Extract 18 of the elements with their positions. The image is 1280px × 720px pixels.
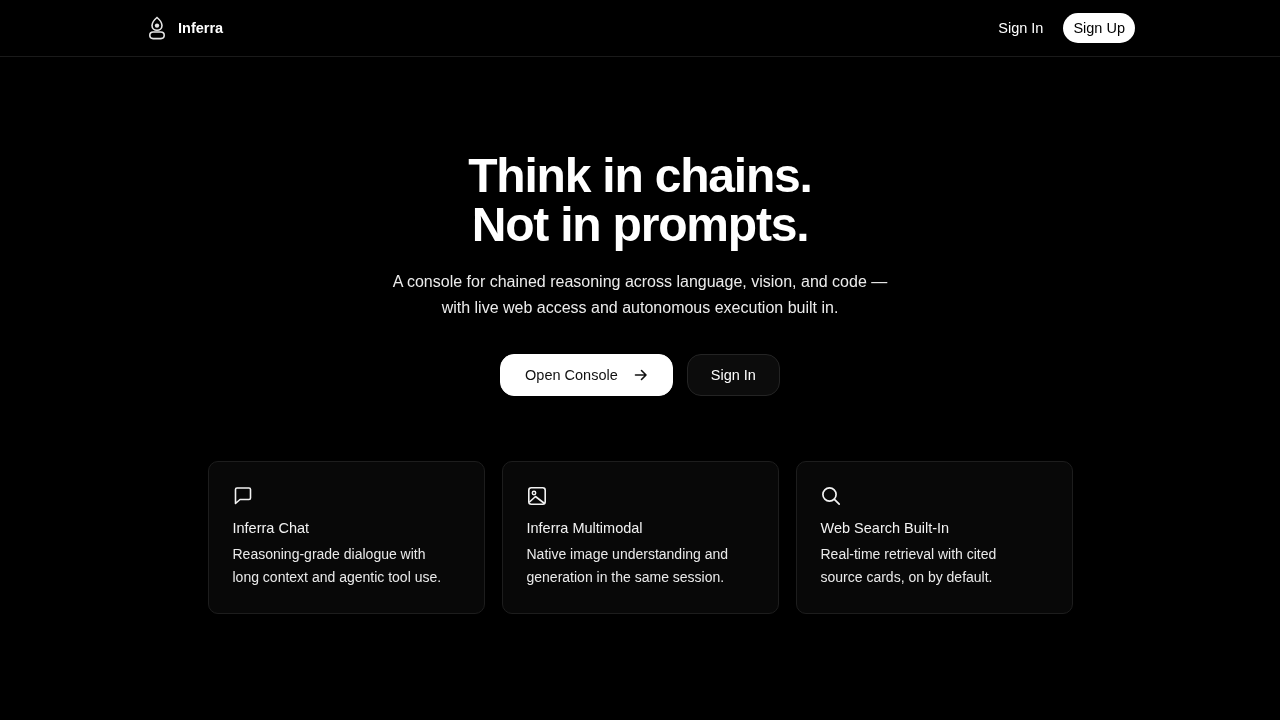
card-description: Reasoning-grade dialogue with long context and agentic tool use. (232, 545, 443, 587)
card-description: Native image understanding and generation in the same session. (526, 545, 730, 587)
logo-icon (148, 16, 166, 40)
image-icon (526, 486, 547, 506)
search-icon (820, 486, 841, 506)
arrow-right-icon (633, 368, 648, 382)
open-console-button[interactable]: Open Console (500, 354, 673, 396)
card-title: Inferra Chat (232, 519, 310, 538)
chat-bubble-icon (232, 486, 253, 506)
sign-up-button[interactable]: Sign Up (1063, 13, 1135, 43)
card-title: Inferra Multimodal (526, 519, 643, 538)
sign-in-link[interactable]: Sign In (998, 20, 1044, 36)
brand-link[interactable]: Inferra (148, 16, 224, 40)
card-description: Real-time retrieval with cited source cards, on by default. (820, 545, 998, 587)
hero-subtitle: A console for chained reasoning across language, vision, and code — with live web access and autonomous execution built in. (391, 272, 889, 318)
sign-in-button[interactable]: Sign In (686, 354, 780, 396)
hero-heading: Think in chains. Not in prompts. (467, 151, 813, 249)
card-title: Web Search Built-In (820, 519, 950, 538)
